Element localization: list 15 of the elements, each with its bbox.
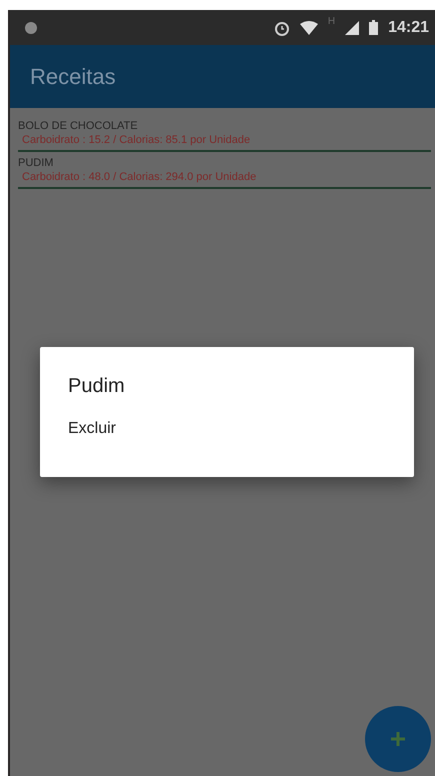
- dialog-option[interactable]: Excluir: [68, 420, 386, 438]
- recipe-name: PUDIM: [18, 157, 54, 169]
- battery-icon: [369, 20, 378, 35]
- recipe-details: Carboidrato : 48.0 / Calorias: 294.0 por Unidade: [21, 171, 258, 183]
- cell-signal-icon: [345, 20, 360, 34]
- wifi-icon: [300, 20, 318, 34]
- notification-dot-icon: [24, 20, 38, 34]
- alarm-clock-icon: [274, 20, 290, 36]
- dialog-title: Pudim: [68, 375, 126, 398]
- plus-icon: [390, 731, 406, 747]
- recipe-name: BOLO DE CHOCOLATE: [18, 120, 139, 132]
- status-time: 14:21: [388, 18, 429, 36]
- network-type-label: H: [328, 16, 336, 27]
- app-bar-title: Receitas: [30, 64, 116, 90]
- recipe-details: Carboidrato : 15.2 / Calorias: 85.1 por Unidade: [21, 134, 252, 146]
